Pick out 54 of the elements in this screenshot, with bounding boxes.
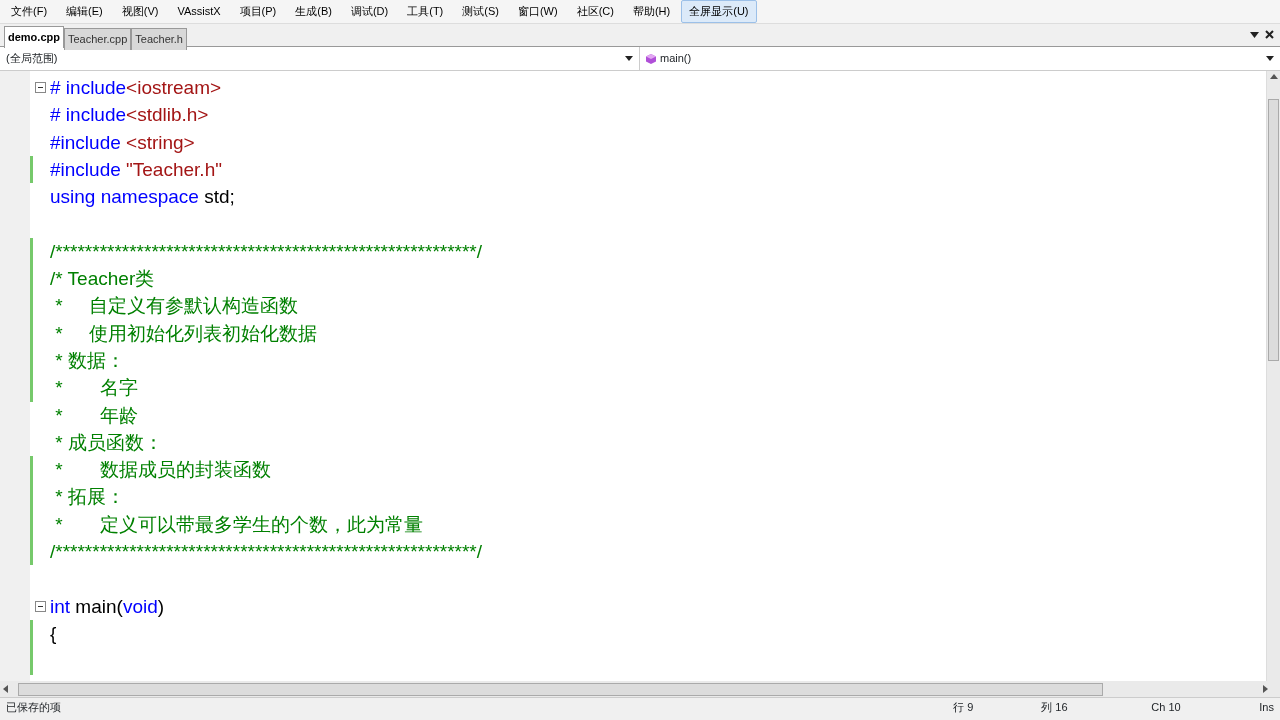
collapse-icon[interactable] [35, 82, 46, 94]
code-line: * 自定义有参默认构造函数 [54, 294, 299, 319]
code-line: * 名字 [54, 376, 138, 401]
line-number: 行 9 [953, 700, 975, 716]
column-number: 列 16 [1041, 700, 1069, 716]
scrollbar-thumb[interactable] [18, 682, 1103, 696]
menu-item[interactable]: 全屏显示(U) [681, 0, 757, 23]
scroll-right-icon[interactable] [1263, 685, 1268, 693]
scope-dropdown[interactable]: (全局范围) [0, 50, 625, 67]
scroll-up-icon[interactable] [1269, 74, 1278, 79]
code-line: { [50, 621, 57, 646]
insert-mode: Ins [1259, 700, 1274, 716]
dropdown-arrow-icon[interactable] [625, 56, 633, 61]
code-line: int main(void) [50, 594, 165, 619]
code-line: * 使用初始化列表初始化数据 [54, 321, 318, 346]
menu-item[interactable]: 工具(T) [399, 0, 452, 23]
code-line: * 数据： [54, 348, 125, 373]
code-line: # include<stdlib.h> [50, 103, 209, 128]
status-message: 已保存的项 [6, 700, 62, 716]
menu-item[interactable]: 项目(P) [231, 0, 285, 23]
scrollbar-thumb[interactable] [1268, 99, 1279, 361]
menu-item[interactable]: 视图(V) [113, 0, 167, 23]
menu-item[interactable]: 编辑(E) [58, 0, 111, 23]
close-icon[interactable] [1265, 30, 1274, 39]
file-tab[interactable]: Teacher.h [131, 28, 187, 50]
dropdown-arrow-icon[interactable] [1266, 56, 1274, 61]
code-line: # include<iostream> [50, 76, 222, 100]
code-line: * 拓展： [54, 485, 125, 510]
collapse-icon[interactable] [35, 600, 46, 612]
member-dropdown[interactable]: main() [657, 50, 1266, 67]
file-tab[interactable]: demo.cpp [4, 26, 64, 48]
code-line: * 年龄 [54, 403, 138, 428]
menu-item[interactable]: VAssistX [169, 0, 229, 23]
code-line: /*********************************************************/ [50, 239, 483, 264]
file-tab[interactable]: Teacher.cpp [63, 28, 132, 50]
menu-item[interactable]: 调试(D) [342, 0, 397, 23]
menu-item[interactable]: 窗口(W) [509, 0, 566, 23]
menu-item[interactable]: 生成(B) [287, 0, 340, 23]
menu-item[interactable]: 帮助(H) [624, 0, 679, 23]
code-line: /*********************************************************/ [50, 540, 483, 565]
code-line: * 成员函数： [54, 430, 163, 455]
code-line: #include "Teacher.h" [50, 157, 222, 182]
menu-item[interactable]: 文件(F) [3, 0, 56, 23]
char-number: Ch 10 [1151, 700, 1182, 716]
tab-list-arrow-icon[interactable] [1250, 32, 1259, 38]
scroll-left-icon[interactable] [3, 685, 8, 693]
code-line: /* Teacher类 [50, 267, 155, 292]
code-line: using namespace std; [50, 185, 235, 210]
code-line: #include <string> [50, 130, 195, 155]
menu-item[interactable]: 测试(S) [454, 0, 507, 23]
code-line: * 定义可以带最多学生的个数，此为常量 [54, 512, 423, 537]
method-cube-icon [646, 53, 657, 64]
menu-item[interactable]: 社区(C) [568, 0, 622, 23]
code-line: * 数据成员的封装函数 [54, 458, 271, 483]
